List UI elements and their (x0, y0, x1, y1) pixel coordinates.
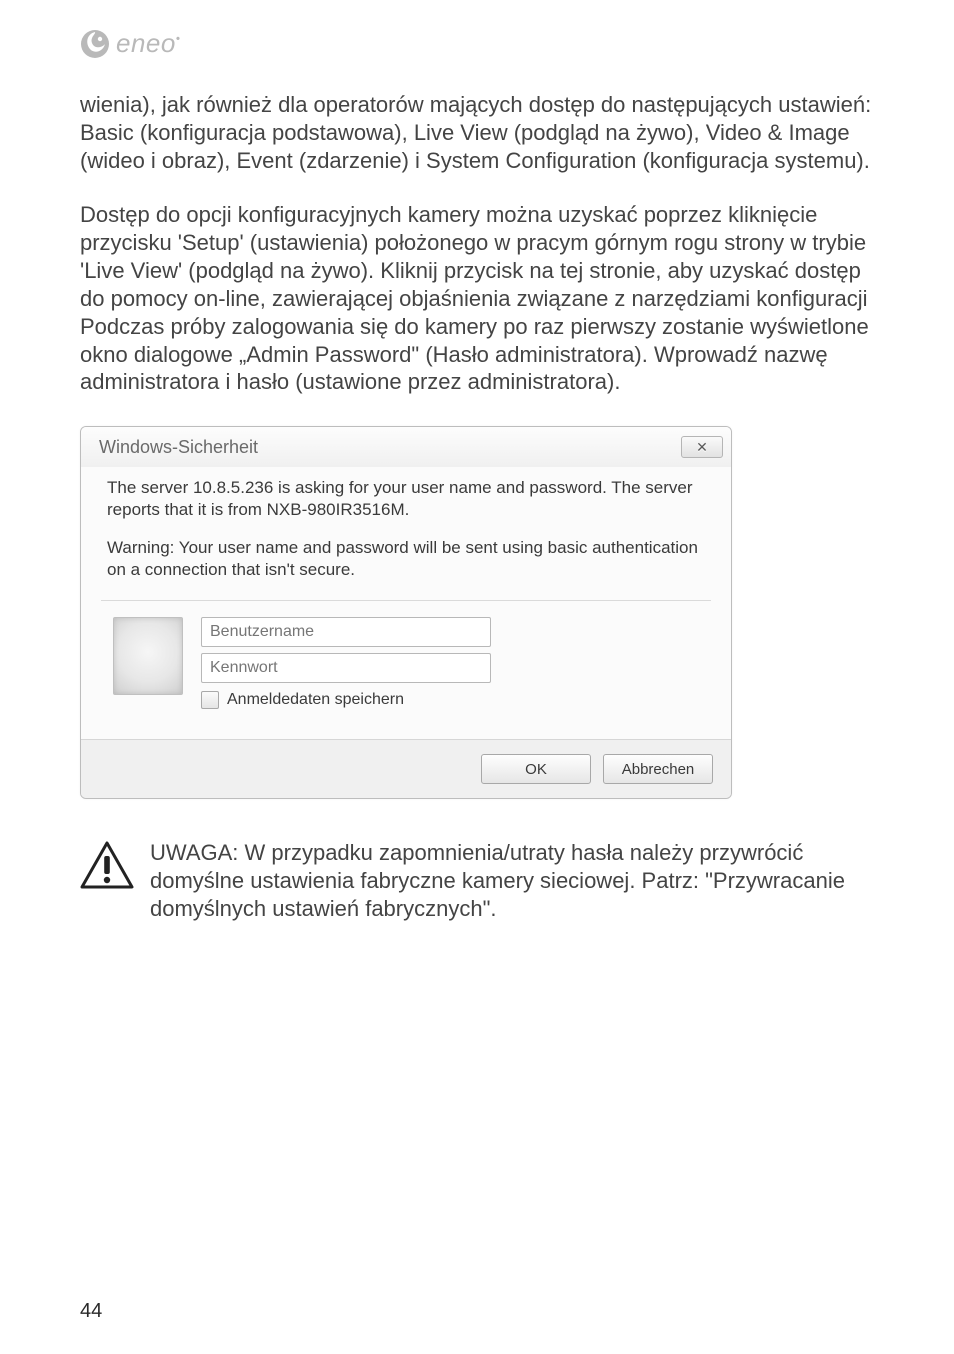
logo-swirl-icon (80, 29, 110, 59)
logo-text: eneo• (116, 28, 181, 59)
ok-button[interactable]: OK (481, 754, 591, 784)
dialog-message: The server 10.8.5.236 is asking for your… (107, 477, 705, 521)
auth-dialog: Windows-Sicherheit ✕ The server 10.8.5.2… (80, 426, 732, 799)
remember-checkbox[interactable] (201, 691, 219, 709)
close-button[interactable]: ✕ (681, 436, 723, 458)
dialog-title: Windows-Sicherheit (99, 437, 681, 458)
brand-logo: eneo• (80, 28, 884, 59)
username-input[interactable] (201, 617, 491, 647)
user-avatar-icon (113, 617, 183, 695)
note-text: UWAGA: W przypadku zapomnienia/utraty ha… (150, 839, 884, 923)
page-number: 44 (80, 1300, 102, 1323)
paragraph-2: Dostęp do opcji konfiguracyjnych kamery … (80, 201, 884, 313)
remember-label: Anmeldedaten speichern (227, 691, 404, 709)
dialog-warning: Warning: Your user name and password wil… (107, 537, 705, 581)
password-input[interactable] (201, 653, 491, 683)
dialog-titlebar: Windows-Sicherheit ✕ (81, 427, 731, 467)
close-icon: ✕ (696, 439, 708, 456)
cancel-button[interactable]: Abbrechen (603, 754, 713, 784)
paragraph-3: Podczas próby zalogowania się do kamery … (80, 313, 884, 397)
paragraph-1: wienia), jak również dla operatorów mają… (80, 91, 884, 175)
warning-triangle-icon (80, 841, 134, 894)
